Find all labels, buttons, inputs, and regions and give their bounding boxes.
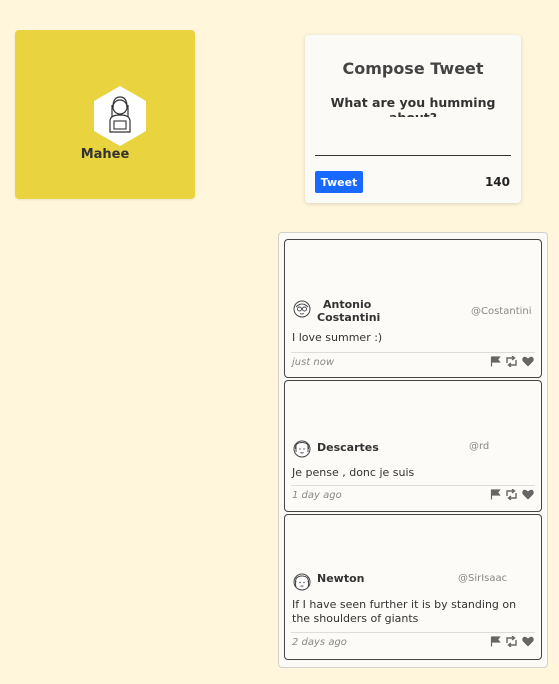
tweet-author-line2: Costantini	[317, 311, 381, 324]
tweet-divider	[291, 352, 535, 353]
profile-name: Mahee	[80, 147, 130, 162]
user-hexagon-avatar-icon	[94, 86, 146, 146]
tweet-timestamp: just now	[292, 357, 335, 368]
compose-tweet-card: Compose Tweet What are you humming about…	[305, 35, 521, 203]
tweet-timestamp: 1 day ago	[292, 490, 342, 501]
tweet-divider	[291, 485, 535, 486]
heart-icon[interactable]	[522, 356, 534, 367]
tweet-item: Descartes @rd Je pense , donc je suis 1 …	[284, 380, 542, 512]
retweet-icon[interactable]	[505, 356, 518, 367]
tweet-author-line1: Antonio	[323, 298, 372, 311]
retweet-icon[interactable]	[505, 489, 518, 500]
tweet-content: I love summer :)	[292, 331, 383, 344]
tweet-content: If I have seen further it is by standing…	[292, 598, 517, 625]
wig-avatar-icon	[293, 573, 311, 591]
tweet-divider	[291, 632, 535, 633]
tweet-item: Newton @SirIsaac If I have seen further …	[284, 514, 542, 660]
heart-icon[interactable]	[522, 489, 534, 500]
tweet-handle: @SirIsaac	[458, 573, 508, 584]
tweet-handle: @rd	[469, 441, 490, 452]
tweet-actions	[490, 636, 534, 647]
tweet-author: Descartes	[317, 441, 379, 454]
retweet-icon[interactable]	[505, 636, 518, 647]
tweet-content: Je pense , donc je suis	[292, 466, 415, 479]
flag-icon[interactable]	[490, 356, 501, 367]
tweet-timestamp: 2 days ago	[292, 637, 347, 648]
heart-icon[interactable]	[522, 636, 534, 647]
curly-hair-avatar-icon	[293, 440, 311, 458]
tweet-actions	[490, 489, 534, 500]
tweet-input[interactable]	[315, 117, 511, 156]
tweet-feed[interactable]: Antonio Costantini @Costantini I love su…	[278, 232, 548, 668]
profile-card: Mahee	[15, 30, 195, 199]
tweet-item: Antonio Costantini @Costantini I love su…	[284, 239, 542, 378]
flag-icon[interactable]	[490, 636, 501, 647]
char-count: 140	[484, 175, 510, 189]
tweet-actions	[490, 356, 534, 367]
tweet-button[interactable]: Tweet	[315, 171, 363, 193]
tweet-author: Newton	[317, 572, 365, 585]
glasses-avatar-icon	[293, 300, 311, 318]
tweet-handle: @Costantini	[471, 306, 532, 317]
compose-title: Compose Tweet	[342, 59, 484, 78]
flag-icon[interactable]	[490, 489, 501, 500]
